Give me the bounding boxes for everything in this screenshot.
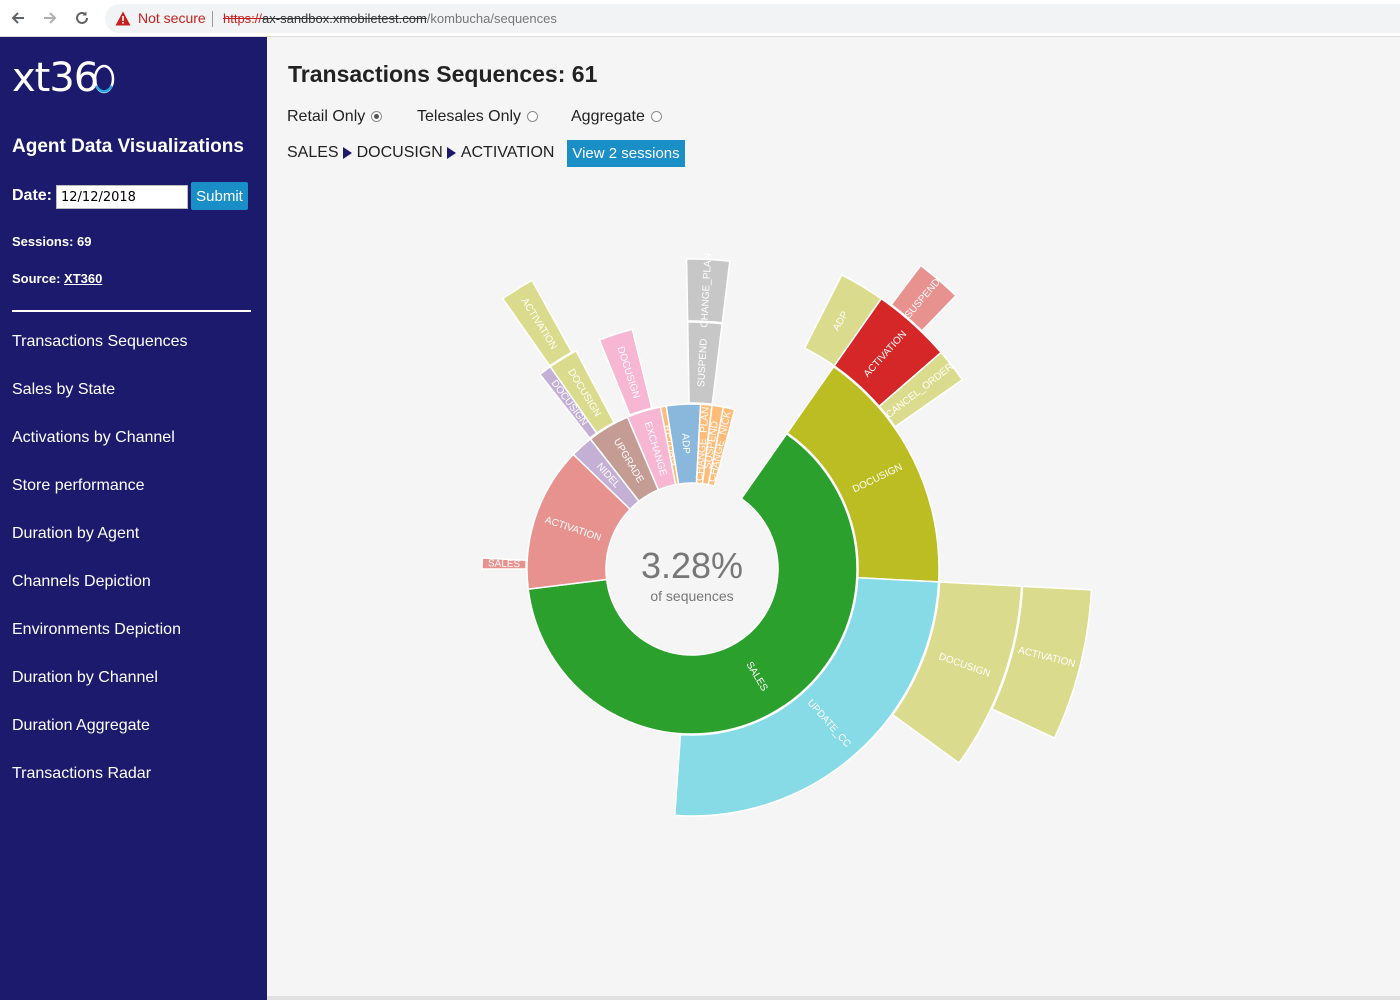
filter-aggregate[interactable]: Aggregate (571, 108, 662, 126)
sidebar-divider (12, 310, 251, 312)
submit-button[interactable]: Submit (191, 182, 248, 210)
nav-item-duration-by-channel[interactable]: Duration by Channel (12, 669, 188, 717)
sunburst-chart: SALESACTIVATIONNIDELUPGRADEEXCHANGERETUR… (481, 253, 1093, 817)
sequence-breadcrumb: SALES DOCUSIGN ACTIVATION (287, 144, 554, 162)
breadcrumb-step-2: DOCUSIGN (356, 144, 443, 161)
radio-aggregate[interactable] (650, 110, 662, 122)
page-title: Transactions Sequences: 61 (288, 61, 598, 87)
sidebar: xt36 Agent Data Visualizations Date: Sub… (0, 37, 267, 1000)
warning-icon (115, 11, 131, 26)
breadcrumb-arrow-icon (342, 147, 352, 159)
view-sessions-button[interactable]: View 2 sessions (567, 140, 685, 167)
radio-retail-only[interactable] (371, 110, 383, 122)
source-info: Source: XT360 (12, 271, 103, 286)
sidebar-nav: Transactions Sequences Sales by State Ac… (12, 333, 188, 813)
nav-item-duration-aggregate[interactable]: Duration Aggregate (12, 717, 188, 765)
forward-arrow-icon[interactable] (40, 8, 60, 28)
nav-item-transactions-sequences[interactable]: Transactions Sequences (12, 333, 188, 381)
filter-telesales-only[interactable]: Telesales Only (417, 108, 539, 126)
nav-item-environments-depiction[interactable]: Environments Depiction (12, 621, 188, 669)
date-input[interactable] (56, 185, 188, 209)
address-divider (212, 11, 213, 27)
reload-icon[interactable] (72, 8, 92, 28)
nav-item-duration-by-agent[interactable]: Duration by Agent (12, 525, 188, 573)
nav-item-store-performance[interactable]: Store performance (12, 477, 188, 525)
center-percentage: 3.28% (640, 545, 744, 586)
nav-item-sales-by-state[interactable]: Sales by State (12, 381, 188, 429)
url-text[interactable]: https://ax-sandbox.xmobiletest.com/kombu… (223, 11, 557, 26)
sessions-count: Sessions: 69 (12, 234, 92, 249)
app-title: Agent Data Visualizations (12, 136, 244, 157)
filter-retail-only[interactable]: Retail Only (287, 108, 383, 126)
browser-toolbar: Not secure https://ax-sandbox.xmobiletes… (0, 0, 1400, 37)
back-arrow-icon[interactable] (8, 8, 28, 28)
radio-telesales-only[interactable] (527, 110, 539, 122)
source-link[interactable]: XT360 (64, 271, 102, 286)
breadcrumb-arrow-icon (446, 147, 456, 159)
center-caption: of sequences (650, 588, 734, 604)
breadcrumb-step-1: SALES (287, 144, 339, 161)
horizontal-scrollbar[interactable] (267, 996, 1400, 1000)
address-bar[interactable]: Not secure https://ax-sandbox.xmobiletes… (105, 4, 1400, 33)
date-label: Date: (12, 187, 53, 204)
breadcrumb-step-3: ACTIVATION (460, 144, 555, 161)
nav-item-activations-by-channel[interactable]: Activations by Channel (12, 429, 188, 477)
sunburst-label-adp: ADP (679, 433, 691, 454)
nav-item-channels-depiction[interactable]: Channels Depiction (12, 573, 188, 621)
not-secure-label: Not secure (138, 10, 206, 26)
nav-item-transactions-radar[interactable]: Transactions Radar (12, 765, 188, 813)
sunburst-label-sales: SALES (488, 558, 521, 570)
